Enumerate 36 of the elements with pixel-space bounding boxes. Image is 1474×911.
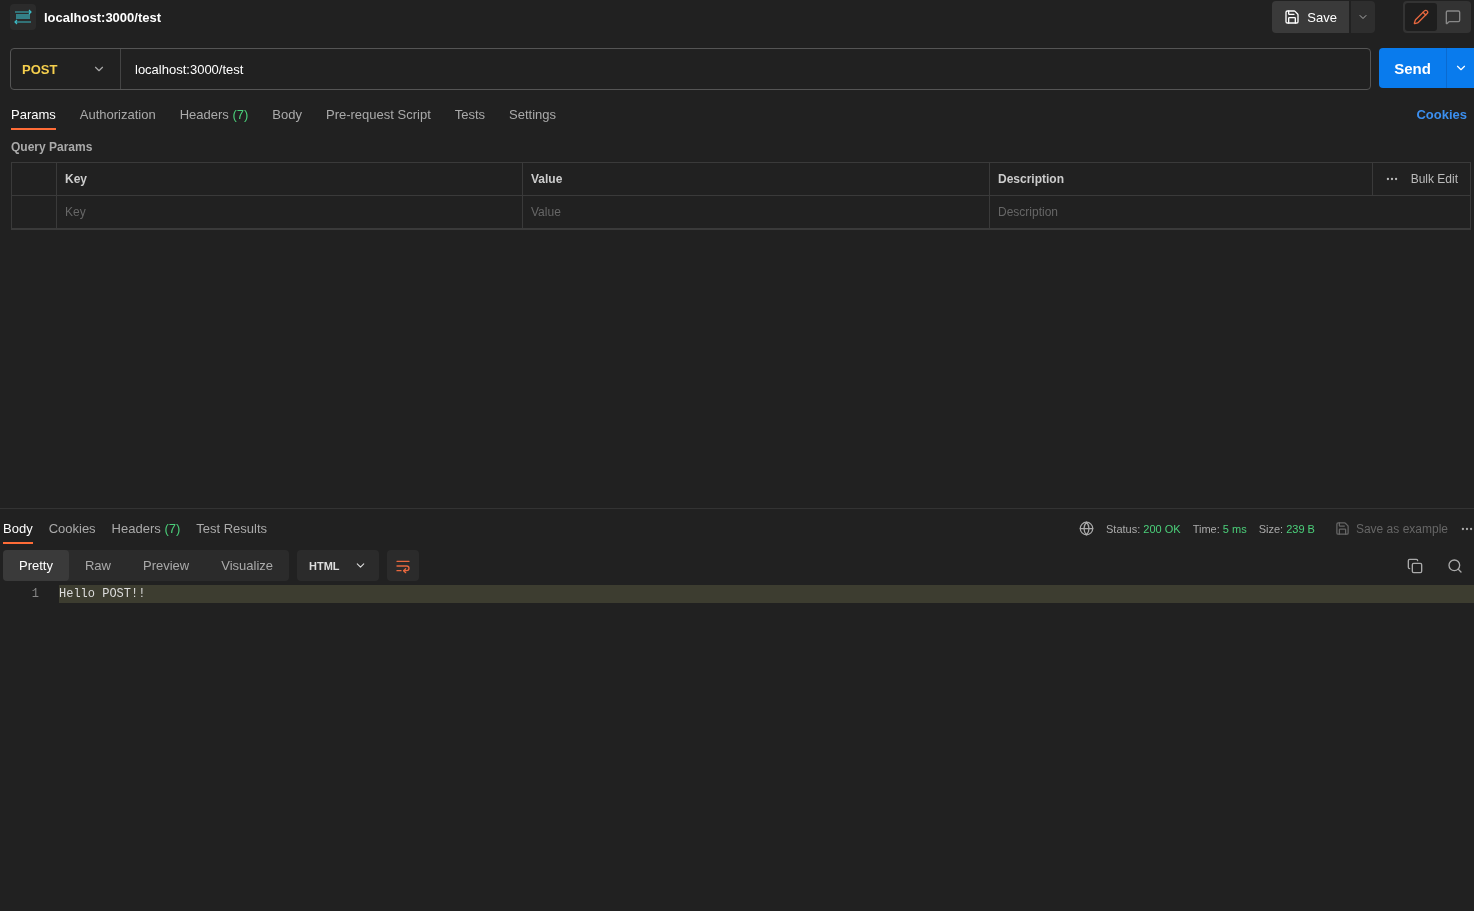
tab[interactable]: Body <box>272 107 302 130</box>
column-header: Description <box>998 172 1065 186</box>
response-stat: Status: 200 OK <box>1106 522 1181 535</box>
section-title: Query Params <box>10 139 94 156</box>
url-field[interactable]: POST localhost:3000/test <box>10 48 1371 90</box>
wrap-icon[interactable] <box>386 550 419 581</box>
pencil-icon[interactable] <box>1405 3 1437 31</box>
tab[interactable]: Tests <box>454 107 486 130</box>
tab[interactable]: Headers (7) <box>111 521 181 544</box>
method-dropdown[interactable]: POST <box>11 49 121 89</box>
language-dropdown[interactable]: HTML <box>297 550 379 581</box>
save-button[interactable]: Save <box>1272 1 1349 33</box>
tab[interactable]: Body <box>3 521 33 544</box>
tab[interactable]: Test Results <box>196 521 268 544</box>
tab[interactable]: Params <box>11 107 56 130</box>
column-header: Key <box>65 172 88 186</box>
view-mode-tab[interactable]: Raw <box>68 550 127 581</box>
request-title: localhost:3000/test <box>44 9 163 25</box>
send-button[interactable]: Send <box>1379 48 1446 88</box>
tab[interactable]: Cookies <box>48 521 96 544</box>
view-mode-tab[interactable]: Visualize <box>205 550 290 581</box>
globe-icon <box>1079 521 1095 536</box>
http-icon <box>10 4 36 30</box>
tab[interactable]: Headers (7) <box>179 107 249 130</box>
line-number: 1 <box>0 585 59 603</box>
column-header: Value <box>531 172 564 186</box>
response-stat: Time: 5 ms <box>1192 522 1247 535</box>
tab[interactable]: Settings <box>509 107 557 130</box>
view-mode-tab[interactable]: Preview <box>127 550 206 581</box>
view-mode-tab[interactable]: Pretty <box>3 550 69 581</box>
code-text: Hello POST!! <box>59 587 146 601</box>
bulk-edit-button[interactable]: Bulk Edit <box>1371 163 1470 195</box>
tab[interactable]: Authorization <box>79 107 156 130</box>
tab[interactable]: Pre-request Script <box>326 107 431 130</box>
response-stat: Size: 239 B <box>1258 522 1315 535</box>
cookies-link[interactable]: Cookies <box>1416 107 1467 130</box>
